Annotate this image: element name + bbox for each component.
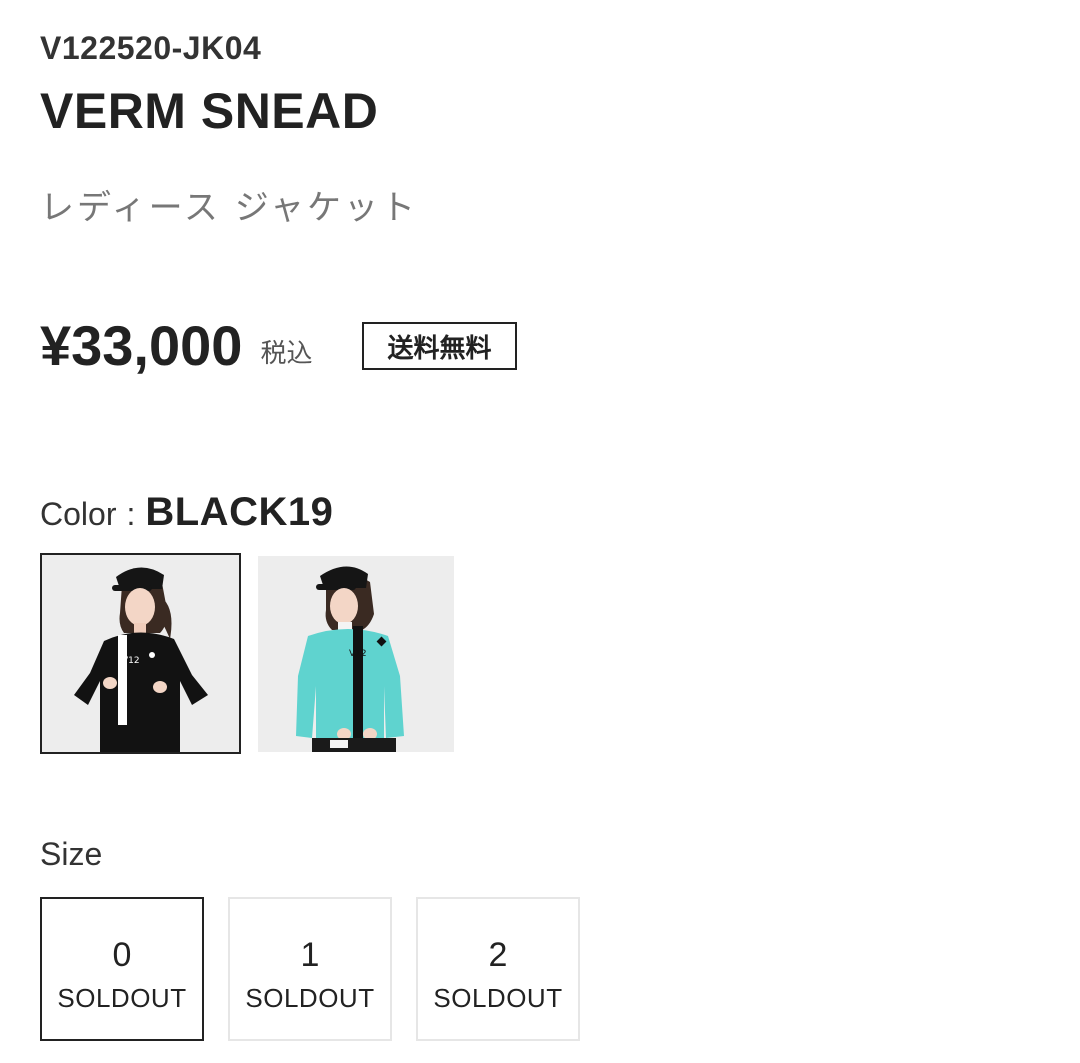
free-shipping-badge: 送料無料: [362, 322, 517, 370]
size-label: Size: [40, 836, 103, 872]
black-jacket-photo: V12: [42, 555, 239, 752]
product-category: レディース ジャケット: [40, 188, 419, 228]
size-option-2[interactable]: 2 SOLDOUT: [416, 897, 580, 1041]
jacket-stripe: [118, 635, 127, 725]
price-row: ¥33,000 税込: [40, 316, 312, 376]
color-swatch-black[interactable]: V12: [40, 553, 241, 754]
color-label-text: Color: [40, 496, 117, 532]
sweater-stripe: [353, 626, 363, 738]
size-option-value: 2: [488, 935, 508, 974]
size-option-status: SOLDOUT: [57, 982, 187, 1013]
color-swatch-mint[interactable]: V12: [258, 556, 454, 752]
size-option-status: SOLDOUT: [433, 982, 563, 1013]
jacket-logo-text: V12: [122, 656, 140, 666]
mint-sweater-photo: V12: [258, 556, 454, 752]
sweater-logo-text: V12: [349, 649, 367, 659]
size-option-0[interactable]: 0 SOLDOUT: [40, 897, 204, 1041]
product-sku: V122520-JK04: [40, 30, 262, 66]
product-price: ¥33,000: [40, 314, 243, 377]
color-label: Color : BLACK19: [40, 490, 333, 535]
size-option-1[interactable]: 1 SOLDOUT: [228, 897, 392, 1041]
size-option-value: 1: [300, 935, 320, 974]
product-title: VERM SNEAD: [40, 83, 379, 139]
size-option-value: 0: [112, 935, 132, 974]
size-option-status: SOLDOUT: [245, 982, 375, 1013]
tax-note: 税込: [260, 339, 313, 369]
color-label-separator: :: [126, 496, 136, 532]
selected-color-value: BLACK19: [145, 490, 334, 534]
